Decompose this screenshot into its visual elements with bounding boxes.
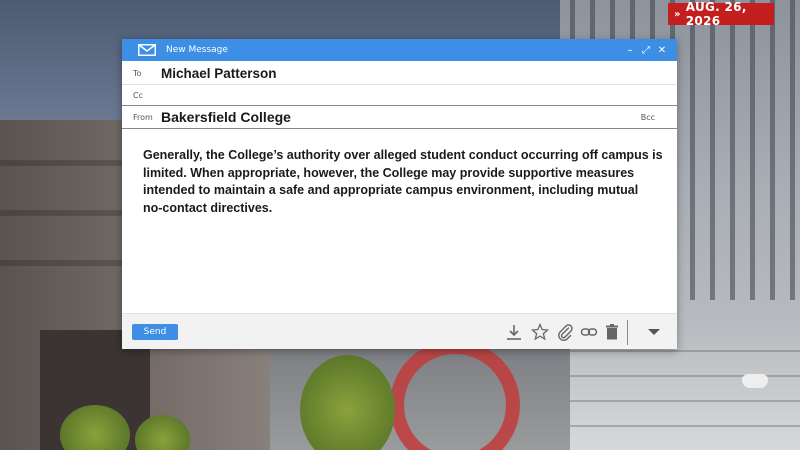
cc-field[interactable]: Cc bbox=[122, 85, 677, 106]
compose-window: New Message – ⤢ ✕ To Michael Patterson C… bbox=[122, 39, 677, 349]
to-label: To bbox=[133, 69, 142, 78]
message-body[interactable]: Generally, the College’s authority over … bbox=[143, 147, 663, 217]
body-line: no-contact directives. bbox=[143, 200, 273, 215]
date-tag: » AUG. 26, 2026 bbox=[668, 0, 774, 28]
security-camera bbox=[742, 374, 768, 388]
from-field[interactable]: From Bakersfield College Bcc bbox=[122, 106, 677, 129]
bcc-toggle[interactable]: Bcc bbox=[641, 113, 655, 122]
star-icon[interactable] bbox=[530, 322, 550, 341]
body-line: Generally, the College’s authority over … bbox=[143, 148, 663, 162]
body-line: limited. When appropriate, however, the … bbox=[143, 165, 635, 180]
from-sender[interactable]: Bakersfield College bbox=[161, 109, 291, 125]
minimize-button[interactable]: – bbox=[623, 45, 637, 56]
body-line: intended to maintain a safe and appropri… bbox=[143, 183, 639, 197]
paperclip-icon[interactable] bbox=[556, 323, 574, 341]
download-icon[interactable] bbox=[505, 323, 523, 341]
cc-label: Cc bbox=[133, 90, 143, 100]
window-title: New Message bbox=[166, 45, 228, 55]
date-text: AUG. 26, 2026 bbox=[685, 0, 747, 28]
to-recipient[interactable]: Michael Patterson bbox=[161, 66, 277, 81]
compose-footer: Send bbox=[122, 313, 677, 349]
expand-button[interactable]: ⤢ bbox=[639, 45, 653, 56]
titlebar: New Message – ⤢ ✕ bbox=[122, 39, 677, 61]
chevrons-icon: » bbox=[674, 8, 681, 20]
close-button[interactable]: ✕ bbox=[655, 45, 669, 56]
footer-divider bbox=[627, 320, 628, 345]
to-field[interactable]: To Michael Patterson bbox=[122, 63, 677, 85]
chevron-down-icon[interactable] bbox=[645, 323, 663, 341]
from-label: From bbox=[133, 112, 153, 122]
envelope-icon bbox=[138, 44, 156, 56]
trash-icon[interactable] bbox=[603, 323, 621, 341]
send-button[interactable]: Send bbox=[132, 324, 178, 340]
link-icon[interactable] bbox=[580, 323, 598, 341]
